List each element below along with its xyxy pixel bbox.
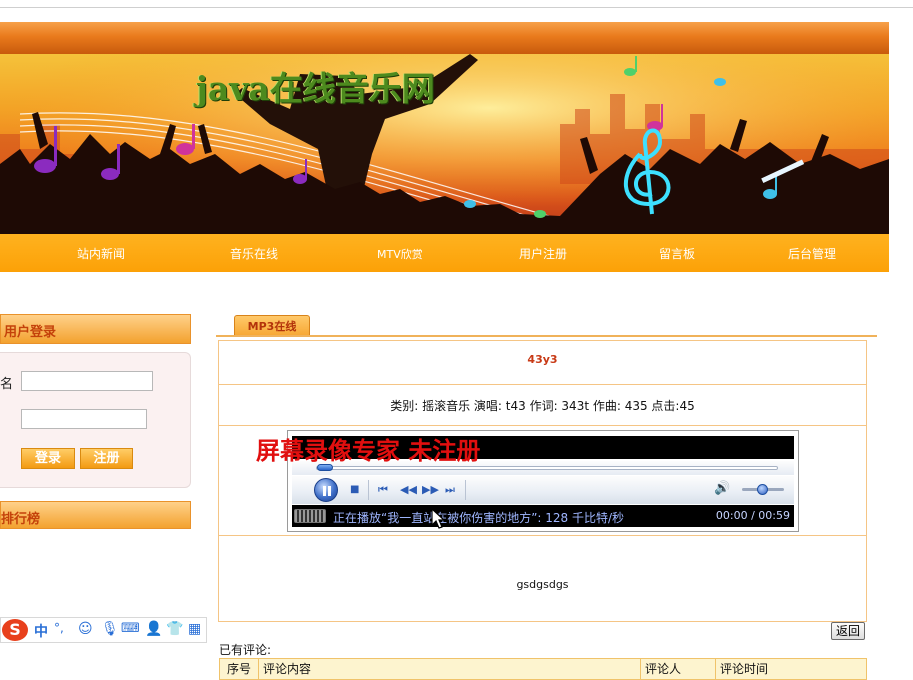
divider (368, 480, 369, 500)
ime-punct-toggle[interactable]: °, (54, 621, 64, 635)
row-divider (219, 425, 866, 426)
volume-icon[interactable]: 🔊 (714, 482, 730, 496)
comments-table-header: 序号 评论内容 评论人 评论时间 (219, 658, 867, 680)
player-controls: ■ ⏮ ◀◀ ▶▶ ⏭ 🔊 (292, 476, 794, 504)
microphone-icon[interactable]: 🎙 (101, 621, 119, 637)
stop-icon[interactable]: ■ (350, 483, 359, 497)
main-nav: 站内新闻 音乐在线 MTV欣赏 用户注册 留言板 后台管理 (0, 234, 889, 272)
smiley-icon[interactable]: ☺ (78, 621, 93, 637)
header-banner: java在线音乐网 (0, 54, 889, 234)
next-icon[interactable]: ⏭ (445, 483, 455, 497)
shirt-icon[interactable]: 👕 (166, 621, 183, 637)
tab-underline (216, 335, 877, 337)
nav-item-admin[interactable]: 后台管理 (788, 245, 836, 262)
nav-item-mtv[interactable]: MTV欣赏 (377, 246, 423, 262)
recorder-watermark: 屏幕录像专家 未注册 (256, 436, 481, 465)
user-icon[interactable]: 👤 (145, 621, 162, 637)
nav-item-guestbook[interactable]: 留言板 (659, 245, 695, 262)
divider (465, 480, 466, 500)
tab-mp3-online[interactable]: MP3在线 (234, 315, 310, 337)
register-button[interactable]: 注册 (80, 448, 133, 469)
site-title: java在线音乐网 (196, 69, 435, 108)
login-panel-header: 用户登录 (0, 314, 191, 344)
seek-track[interactable] (316, 466, 778, 470)
nav-item-news[interactable]: 站内新闻 (77, 245, 125, 262)
now-playing-text: 正在播放“我一直站在被你伤害的地方”: 128 千比特/秒 (333, 511, 625, 525)
column-header-time: 评论时间 (715, 659, 866, 679)
previous-icon[interactable]: ⏮ (378, 483, 388, 497)
banner-top-strip (0, 22, 889, 54)
pause-button[interactable] (314, 478, 338, 502)
column-header-index: 序号 (227, 662, 252, 676)
login-button[interactable]: 登录 (21, 448, 75, 469)
mouse-cursor-icon (431, 508, 445, 529)
window-top-border (0, 7, 913, 8)
grid-icon[interactable]: ▦ (188, 621, 201, 637)
fast-forward-icon[interactable]: ▶▶ (422, 483, 439, 497)
nav-item-register[interactable]: 用户注册 (519, 245, 567, 262)
playback-time: 00:00 / 00:59 (715, 509, 790, 522)
song-description: gsdgsdgs (516, 578, 569, 591)
concert-crowd-illustration (0, 54, 889, 234)
keyboard-icon[interactable]: ⌨ (121, 621, 140, 636)
rewind-icon[interactable]: ◀◀ (400, 483, 417, 497)
buffer-icon (294, 509, 326, 523)
row-divider (219, 384, 866, 385)
comments-label: 已有评论: (219, 643, 272, 657)
row-divider (219, 535, 866, 536)
password-input[interactable] (21, 409, 147, 429)
ime-lang-toggle[interactable]: 中 (34, 621, 48, 641)
ranking-title: 排行榜 (1, 512, 41, 527)
column-header-content: 评论内容 (258, 659, 640, 679)
username-input[interactable] (21, 371, 153, 391)
song-title: 43y3 (527, 353, 558, 366)
player-status-bar: 正在播放“我一直站在被你伤害的地方”: 128 千比特/秒 00:00 / 00… (292, 505, 794, 527)
username-label: 名 (0, 377, 14, 392)
ranking-panel-header: 排行榜 (0, 501, 191, 529)
back-button[interactable]: 返回 (831, 622, 865, 640)
volume-thumb[interactable] (757, 484, 768, 495)
ime-logo-icon[interactable]: S (2, 619, 28, 641)
ime-toolbar: S 中 °, ☺ 🎙 ⌨ 👤 👕 ▦ (0, 617, 207, 643)
song-info: 类别: 摇滚音乐 演唱: t43 作词: 343t 作曲: 435 点击:45 (390, 399, 695, 413)
nav-item-music-online[interactable]: 音乐在线 (230, 245, 278, 262)
login-title: 用户登录 (4, 325, 57, 340)
column-header-author: 评论人 (640, 659, 715, 679)
